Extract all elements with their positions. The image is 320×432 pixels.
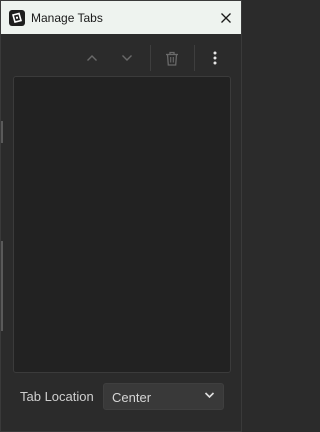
- toolbar-separator: [194, 45, 195, 71]
- tab-location-label: Tab Location: [20, 389, 94, 404]
- chevron-down-icon: [122, 55, 132, 61]
- titlebar: Manage Tabs: [1, 1, 241, 34]
- window-title: Manage Tabs: [31, 10, 103, 25]
- footer: Tab Location Center: [1, 381, 241, 413]
- close-button[interactable]: [211, 1, 241, 34]
- toolbar-separator: [150, 45, 151, 71]
- splitter-handle[interactable]: [1, 121, 3, 143]
- more-vertical-icon: [213, 51, 217, 65]
- tab-location-value: Center: [112, 390, 152, 405]
- chevron-up-icon: [87, 55, 97, 61]
- delete-tab-button[interactable]: [161, 47, 183, 69]
- toolbar: [1, 43, 241, 73]
- app-logo-icon: [9, 9, 25, 26]
- move-down-button[interactable]: [116, 47, 138, 69]
- manage-tabs-window: Manage Tabs Tab Location Center: [0, 0, 242, 432]
- move-up-button[interactable]: [81, 47, 103, 69]
- trash-icon: [166, 51, 178, 66]
- more-options-button[interactable]: [204, 47, 226, 69]
- close-icon: [221, 12, 231, 23]
- tab-list[interactable]: [13, 76, 231, 373]
- tab-location-select[interactable]: Center: [103, 383, 224, 410]
- splitter-handle[interactable]: [1, 241, 3, 331]
- chevron-down-icon: [204, 392, 215, 399]
